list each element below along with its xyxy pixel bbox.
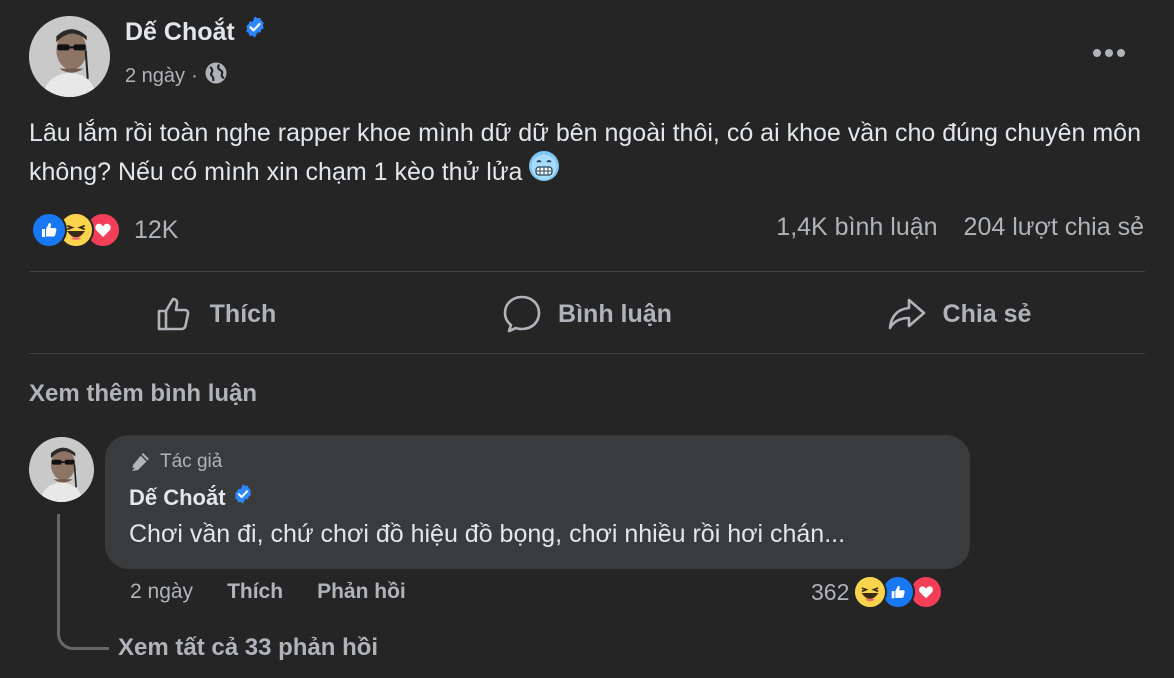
share-arrow-icon <box>888 298 925 330</box>
comment-author-name[interactable]: Dế Choắt <box>129 483 254 513</box>
action-bar: Thích Bình luận Chia sẻ <box>29 274 1145 354</box>
more-options-button[interactable] <box>1088 36 1130 70</box>
haha-reaction-icon <box>853 575 888 609</box>
author-badge: Tác giả <box>128 450 222 474</box>
verified-badge-icon <box>243 15 267 46</box>
post-meta: 2 ngày · <box>125 61 228 91</box>
share-button[interactable]: Chia sẻ <box>773 274 1145 354</box>
comment-like-button[interactable]: Thích <box>227 580 283 604</box>
meta-separator: · <box>191 64 198 87</box>
comment-count-link[interactable]: 1,4K bình luận <box>776 213 937 242</box>
globe-icon <box>204 61 228 91</box>
divider <box>29 353 1145 354</box>
more-horizontal-icon <box>1093 49 1125 57</box>
comment-author-avatar[interactable] <box>29 437 94 502</box>
like-button[interactable]: Thích <box>29 274 401 354</box>
comment-text: Chơi vần đi, chứ chơi đồ hiệu đồ bọng, c… <box>129 520 846 548</box>
speech-bubble-icon <box>503 295 541 333</box>
like-reaction-icon <box>31 212 67 248</box>
comment-reply-button[interactable]: Phản hồi <box>317 580 406 604</box>
view-all-replies-link[interactable]: Xem tất cả 33 phản hồi <box>118 634 378 662</box>
pencil-icon <box>131 453 149 471</box>
author-name[interactable]: Dế Choắt <box>125 15 267 49</box>
thumbs-up-icon <box>157 297 190 331</box>
post-stats: 1,4K bình luận 204 lượt chia sẻ <box>776 213 1144 242</box>
comment-button[interactable]: Bình luận <box>401 274 773 354</box>
reply-thread-line <box>57 514 109 650</box>
share-count-link[interactable]: 204 lượt chia sẻ <box>964 213 1144 242</box>
post-reactions[interactable]: 12K <box>31 211 178 249</box>
post-time[interactable]: 2 ngày <box>125 65 185 88</box>
divider <box>29 271 1145 272</box>
comment-actions: 2 ngày Thích Phản hồi <box>130 580 406 604</box>
comment-time[interactable]: 2 ngày <box>130 580 193 604</box>
reaction-count: 12K <box>134 215 179 244</box>
post-text: Lâu lắm rồi toàn nghe rapper khoe mình d… <box>29 114 1154 195</box>
see-more-comments-link[interactable]: Xem thêm bình luận <box>29 380 257 408</box>
cold-face-emoji <box>528 150 560 193</box>
comment-reaction-count: 362 <box>811 578 850 605</box>
verified-badge-icon <box>232 483 254 511</box>
author-avatar[interactable] <box>29 16 110 97</box>
comment-reactions[interactable]: 362 <box>811 575 944 609</box>
